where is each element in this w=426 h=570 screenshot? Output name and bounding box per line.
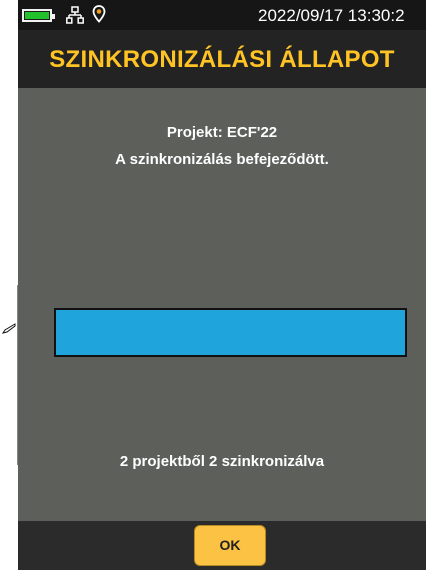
- progress-fill: [56, 310, 405, 355]
- bottom-bar: OK: [18, 521, 426, 570]
- ok-button[interactable]: OK: [194, 525, 266, 566]
- device-screen: 2022/09/17 13:30:2 SZINKRONIZÁLÁSI ÁLLAP…: [18, 0, 426, 570]
- battery-fill: [25, 12, 49, 19]
- arrow-pointer-icon: [2, 323, 16, 334]
- datetime-label: 2022/09/17 13:30:2: [258, 6, 405, 25]
- sync-status-text: A szinkronizálás befejeződött.: [115, 151, 329, 168]
- location-pin-icon: [92, 5, 106, 23]
- network-icon: [66, 6, 84, 24]
- title-bar: SZINKRONIZÁLÁSI ÁLLAPOT: [18, 30, 426, 88]
- sync-summary-text: 2 projektből 2 szinkronizálva: [119, 453, 325, 470]
- sync-progress-bar: [54, 308, 407, 357]
- project-label: Projekt: ECF'22: [166, 124, 278, 141]
- page-title: SZINKRONIZÁLÁSI ÁLLAPOT: [49, 46, 395, 73]
- status-bar: 2022/09/17 13:30:2: [18, 0, 426, 30]
- battery-icon: [22, 9, 55, 22]
